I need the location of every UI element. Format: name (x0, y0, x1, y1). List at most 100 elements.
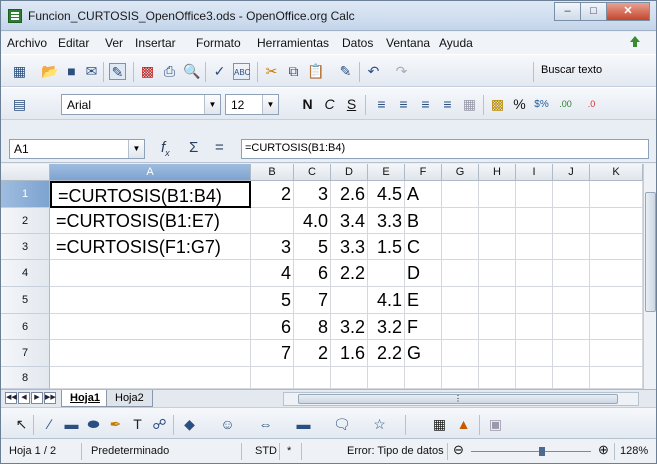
selection-mode[interactable]: STD (255, 445, 277, 457)
menu-ver[interactable]: Ver (105, 36, 123, 50)
cell-c2[interactable]: 4.0 (294, 208, 331, 234)
minimize-button[interactable]: – (554, 2, 581, 21)
row-header-3[interactable]: 3 (1, 234, 50, 260)
cell-h6[interactable] (479, 314, 516, 340)
cell-b3[interactable]: 3 (251, 234, 294, 260)
cell-j5[interactable] (553, 287, 590, 314)
cell-g8[interactable] (442, 367, 479, 389)
column-header-a[interactable]: A (50, 164, 251, 181)
row-header-7[interactable]: 7 (1, 340, 50, 367)
cell-f4[interactable]: D (405, 260, 442, 287)
basic-shapes-icon[interactable]: ◆ (181, 416, 198, 433)
export-pdf-icon[interactable]: ▩ (139, 63, 156, 80)
cell-k3[interactable] (590, 234, 643, 260)
menu-herramientas[interactable]: Herramientas (257, 36, 329, 50)
cell-d3[interactable]: 3.3 (331, 234, 368, 260)
column-header-g[interactable]: G (442, 164, 479, 181)
currency-icon[interactable]: ▩ (489, 96, 506, 113)
cell-b7[interactable]: 7 (251, 340, 294, 367)
cell-d7[interactable]: 1.6 (331, 340, 368, 367)
cell-a3[interactable]: =CURTOSIS(F1:G7) (50, 234, 251, 260)
cell-c3[interactable]: 5 (294, 234, 331, 260)
font-size-combo[interactable]: 12 ▼ (225, 94, 279, 115)
zoom-out-icon[interactable]: ⊖ (453, 442, 464, 458)
column-header-j[interactable]: J (553, 164, 590, 181)
cell-b1[interactable]: 2 (251, 181, 294, 208)
sheet-tab-hoja1[interactable]: Hoja1 (61, 390, 109, 407)
cell-c5[interactable]: 7 (294, 287, 331, 314)
cell-k2[interactable] (590, 208, 643, 234)
cell-d8[interactable] (331, 367, 368, 389)
justify-icon[interactable]: ≡ (439, 96, 456, 113)
cell-h2[interactable] (479, 208, 516, 234)
text-icon[interactable]: T (129, 416, 146, 433)
cell-c8[interactable] (294, 367, 331, 389)
open-folder-icon[interactable]: 📂 (41, 63, 58, 80)
cell-a6[interactable] (50, 314, 251, 340)
align-right-icon[interactable]: ≡ (417, 96, 434, 113)
cell-g4[interactable] (442, 260, 479, 287)
menu-ayuda[interactable]: Ayuda (439, 36, 473, 50)
undo-icon[interactable]: ↶ (365, 63, 382, 80)
cell-f7[interactable]: G (405, 340, 442, 367)
cell-j1[interactable] (553, 181, 590, 208)
symbol-shapes-icon[interactable]: ☺ (219, 416, 236, 433)
cell-h5[interactable] (479, 287, 516, 314)
cell-a2[interactable]: =CURTOSIS(B1:E7) (50, 208, 251, 234)
cell-i2[interactable] (516, 208, 553, 234)
percent-icon[interactable]: % (511, 96, 528, 113)
row-header-2[interactable]: 2 (1, 208, 50, 234)
cell-e5[interactable]: 4.1 (368, 287, 405, 314)
cell-c4[interactable]: 6 (294, 260, 331, 287)
menu-formato[interactable]: Formato (196, 36, 241, 50)
menu-editar[interactable]: Editar (58, 36, 89, 50)
cell-a8[interactable] (50, 367, 251, 389)
maximize-button[interactable]: □ (580, 2, 607, 21)
cell-c1[interactable]: 3 (294, 181, 331, 208)
cell-i8[interactable] (516, 367, 553, 389)
callouts-icon[interactable]: 🗨 (333, 416, 351, 433)
cell-g7[interactable] (442, 340, 479, 367)
autospellcheck-icon[interactable]: ABC (233, 63, 250, 80)
cell-d1[interactable]: 2.6 (331, 181, 368, 208)
vertical-scrollbar[interactable] (643, 164, 656, 389)
extrusion-icon[interactable]: ▣ (487, 416, 504, 433)
page-style[interactable]: Predeterminado (91, 445, 169, 457)
select-arrow-icon[interactable]: ↖ (13, 416, 30, 433)
font-name-combo[interactable]: Arial ▼ (61, 94, 221, 115)
cell-e1[interactable]: 4.5 (368, 181, 405, 208)
cell-c6[interactable]: 8 (294, 314, 331, 340)
cell-g1[interactable] (442, 181, 479, 208)
cell-a4[interactable] (50, 260, 251, 287)
column-header-i[interactable]: I (516, 164, 553, 181)
paste-icon[interactable]: 📋 (307, 63, 324, 80)
chevron-down-icon[interactable]: ▼ (204, 95, 220, 114)
sheet-tab-hoja2[interactable]: Hoja2 (106, 390, 153, 407)
rectangle-icon[interactable]: ▬ (63, 416, 80, 433)
bold-icon[interactable]: N (299, 96, 316, 113)
cell-j2[interactable] (553, 208, 590, 234)
cell-j8[interactable] (553, 367, 590, 389)
callout-icon[interactable]: ☍ (151, 416, 168, 433)
merge-cells-icon[interactable]: ▦ (461, 96, 478, 113)
cell-i5[interactable] (516, 287, 553, 314)
cell-f5[interactable]: E (405, 287, 442, 314)
save-icon[interactable]: ■ (63, 63, 80, 80)
standard-format-icon[interactable]: $% (533, 96, 550, 113)
flowchart-icon[interactable]: ▬ (295, 416, 312, 433)
select-all-corner[interactable] (1, 164, 50, 181)
name-box[interactable]: A1 ▼ (9, 139, 145, 159)
copy-icon[interactable]: ⧉ (285, 63, 302, 80)
close-button[interactable]: ✕ (606, 2, 650, 21)
cell-a7[interactable] (50, 340, 251, 367)
cell-d4[interactable]: 2.2 (331, 260, 368, 287)
function-wizard-icon[interactable]: fx (161, 139, 170, 158)
cell-b2[interactable] (251, 208, 294, 234)
cell-g2[interactable] (442, 208, 479, 234)
insert-image-icon[interactable]: ▲ (455, 416, 472, 433)
edit-file-icon[interactable]: ✎ (109, 63, 126, 80)
add-decimal-icon[interactable]: .00 (557, 96, 574, 113)
column-header-c[interactable]: C (294, 164, 331, 181)
menu-insertar[interactable]: Insertar (135, 36, 176, 50)
cell-k5[interactable] (590, 287, 643, 314)
